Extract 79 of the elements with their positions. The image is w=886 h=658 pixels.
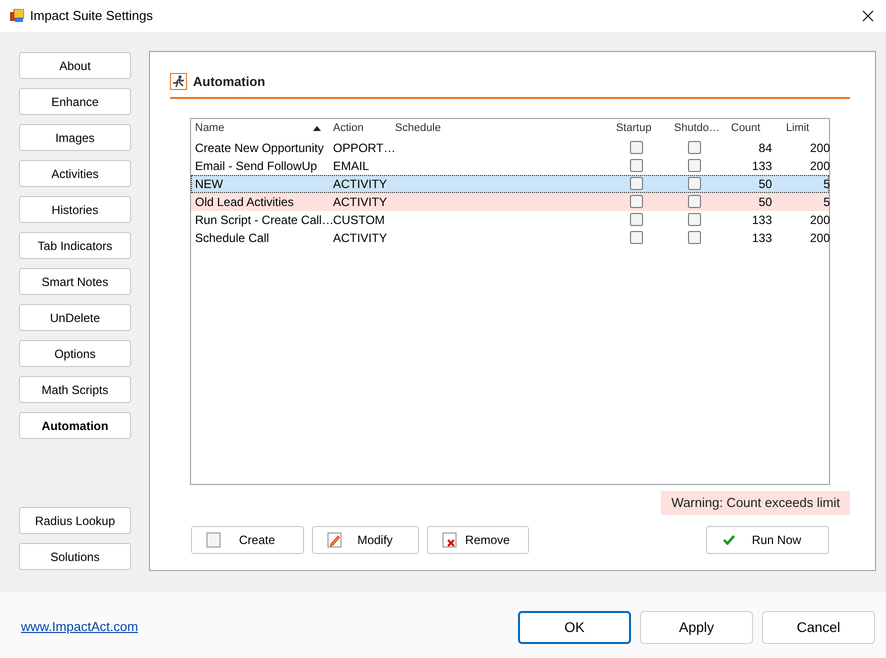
table-cell: ACTIVITY [333,230,388,244]
sidebar-button[interactable]: Enhance [19,88,131,115]
column-header[interactable]: Name [191,120,329,137]
list-row[interactable]: Schedule Call ACTIVITY 133 200 [191,228,829,246]
table-cell: 200 [810,140,830,154]
dialog-button[interactable]: Apply [640,610,753,644]
checkbox[interactable] [688,213,701,226]
table-cell: 50 [758,194,772,208]
pencil-icon [327,532,342,548]
table-cell: ACTIVITY [333,176,388,190]
table-cell: 84 [758,140,772,154]
column-header[interactable]: Schedule [391,120,612,137]
app-icon [10,9,24,23]
checkbox[interactable] [688,231,701,244]
table-cell: Schedule Call [195,230,270,244]
panel-title: Automation [193,73,266,91]
checkbox[interactable] [630,231,643,244]
table-cell: NEW [195,176,223,190]
table-cell: Email - Send FollowUp [195,158,318,172]
checkbox[interactable] [630,141,643,154]
table-cell: OPPORT… [333,140,396,154]
sidebar-button[interactable]: Radius Lookup [19,507,131,534]
checkmark-icon [723,534,735,544]
dialog-button[interactable]: Cancel [762,610,875,644]
table-cell: 200 [810,212,830,226]
table-cell: EMAIL [333,158,370,172]
sidebar-button[interactable]: Activities [19,160,131,187]
checkbox[interactable] [688,159,701,172]
delete-icon [442,532,457,548]
table-cell: ACTIVITY [333,194,388,208]
list-row[interactable]: Email - Send FollowUp EMAIL 133 200 [191,156,829,174]
list-row[interactable]: Create New Opportunity OPPORT… 84 200 [191,138,829,156]
website-link[interactable]: www.ImpactAct.com [21,617,138,637]
list-row[interactable]: Old Lead Activities ACTIVITY 50 5 [191,192,829,210]
checkbox[interactable] [688,141,701,154]
table-cell: 200 [810,158,830,172]
column-header[interactable]: Limit [782,120,832,137]
sidebar-button[interactable]: Histories [19,196,131,223]
sidebar-button[interactable]: Smart Notes [19,268,131,295]
table-cell: Run Script - Create Call… [195,212,334,226]
column-header[interactable]: Shutdo… [670,120,727,137]
column-header[interactable]: Startup [612,120,670,137]
sidebar-button[interactable]: About [19,52,131,79]
dialog-button[interactable]: OK [518,610,631,644]
sidebar-button[interactable]: Options [19,340,131,367]
warning-message: Warning: Count exceeds limit [661,490,850,514]
checkbox[interactable] [688,195,701,208]
close-icon[interactable] [862,10,874,22]
action-button[interactable]: Remove [427,526,529,554]
table-cell: 133 [752,212,772,226]
sidebar-button[interactable]: Images [19,124,131,151]
checkbox[interactable] [630,159,643,172]
checkbox[interactable] [630,177,643,190]
run-now-button[interactable]: Run Now [706,526,829,554]
sidebar-button[interactable]: Solutions [19,543,131,570]
table-cell: 50 [758,176,772,190]
table-cell: 133 [752,230,772,244]
checkbox[interactable] [630,213,643,226]
sort-ascending-icon [313,126,321,131]
window-title: Impact Suite Settings [30,7,153,26]
sidebar-button[interactable]: Tab Indicators [19,232,131,259]
table-cell: Old Lead Activities [195,194,294,208]
sidebar-button[interactable]: Automation [19,412,131,439]
table-cell: CUSTOM [333,212,385,226]
column-header[interactable]: Action [329,120,391,137]
table-cell: 200 [810,230,830,244]
table-cell: 133 [752,158,772,172]
action-button[interactable]: Create [191,526,304,554]
list-row[interactable]: Run Script - Create Call…CUSTOM 133 200 [191,210,829,228]
sidebar-button[interactable]: UnDelete [19,304,131,331]
table-cell: Create New Opportunity [195,140,324,154]
action-button[interactable]: Modify [312,526,419,554]
table-cell: 5 [823,194,830,208]
running-person-icon [170,73,187,90]
checkbox[interactable] [688,177,701,190]
sidebar-button[interactable]: Math Scripts [19,376,131,403]
checkbox[interactable] [630,195,643,208]
column-header[interactable]: Count [727,120,782,137]
blank-page-icon [206,532,221,548]
